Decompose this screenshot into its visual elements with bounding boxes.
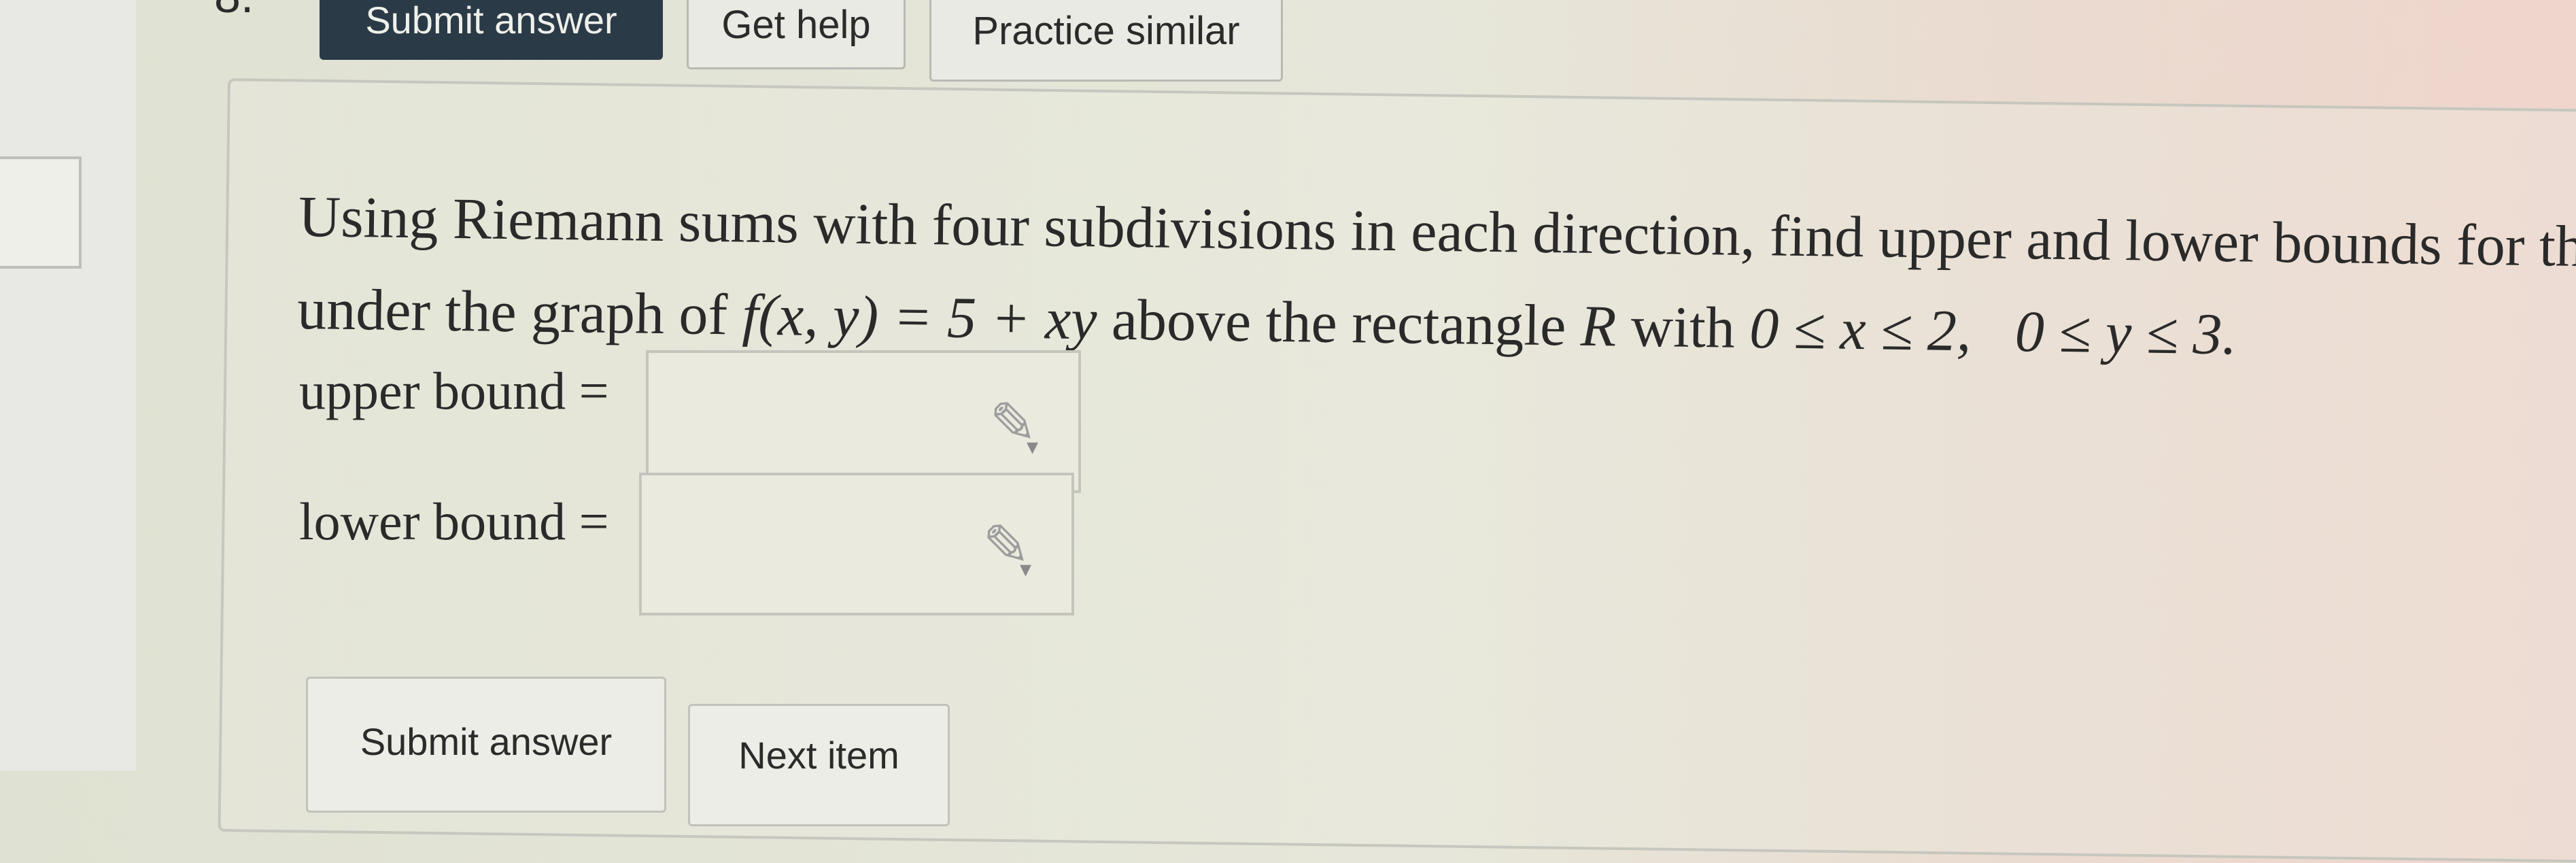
upper-bound-label: upper bound = <box>299 361 609 420</box>
practice-similar-button[interactable]: Practice similar <box>929 0 1283 82</box>
next-item-button[interactable]: Next item <box>688 704 950 826</box>
get-help-button[interactable]: Get help <box>687 0 906 69</box>
caret-down-icon[interactable]: ▾ <box>1020 556 1031 583</box>
caret-down-icon[interactable]: ▾ <box>1027 433 1038 460</box>
lower-bound-label: lower bound = <box>299 492 609 551</box>
question-number: 8. <box>214 0 254 23</box>
question-text-with: with <box>1615 293 1750 360</box>
x-bounds: 0 ≤ x ≤ 2, <box>1749 294 1972 364</box>
question-text: Using Riemann sums with four subdivision… <box>296 170 2576 385</box>
function-expression: f(x, y) = 5 + xy <box>741 282 1098 352</box>
question-text-mid: above the rectangle <box>1096 286 1581 358</box>
region-name: R <box>1580 292 1617 359</box>
submit-answer-button[interactable]: Submit answer <box>306 677 666 813</box>
submit-answer-button-top[interactable]: Submit answer <box>320 0 663 60</box>
left-nav-box <box>0 156 82 269</box>
left-margin <box>0 0 136 771</box>
question-text-prefix: under the graph of <box>296 275 743 348</box>
y-bounds: 0 ≤ y ≤ 3. <box>2014 299 2237 367</box>
